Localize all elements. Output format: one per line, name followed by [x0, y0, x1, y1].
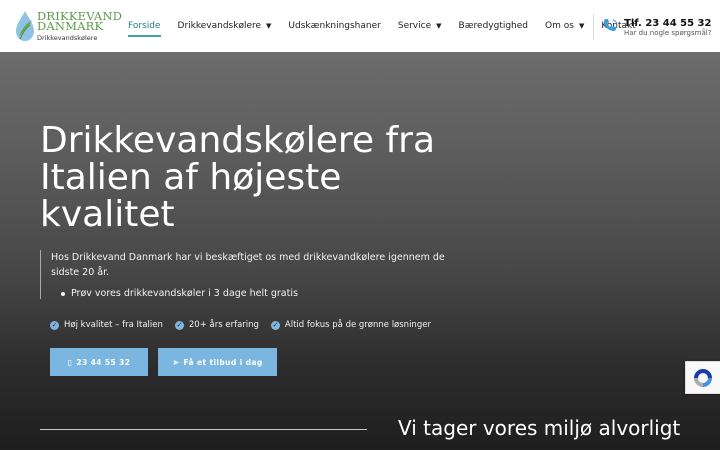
- logo-tagline: Drikkevandskølere: [37, 34, 98, 42]
- feature-label: Altid fokus på de grønne løsninger: [284, 320, 431, 330]
- main-nav: Forside Drikkevandskølere ▼ Udskænknings…: [128, 0, 653, 52]
- call-button-label: 23 44 55 32: [76, 357, 131, 367]
- check-circle-icon: ✓: [174, 320, 184, 330]
- section-divider: [40, 429, 367, 430]
- mobile-phone-icon: ▯: [67, 357, 73, 367]
- chevron-down-icon: ▼: [266, 22, 272, 30]
- nav-item-label: Udskænkningshaner: [288, 21, 381, 31]
- chevron-down-icon: ▼: [578, 22, 585, 30]
- water-drop-leaf-icon: [16, 11, 34, 41]
- chevron-down-icon: ▼: [436, 22, 442, 30]
- header-phone[interactable]: Tlf. 23 44 55 32 Har du nogle spørgsmål?: [593, 14, 711, 40]
- nav-item-udskaenkningshaner[interactable]: Udskænkningshaner: [288, 0, 380, 52]
- hero-features-wrap: ✓ Høj kvalitet – fra Italien ✓ 20+ års e…: [50, 320, 443, 376]
- feature-list: ✓ Høj kvalitet – fra Italien ✓ 20+ års e…: [50, 320, 443, 330]
- feature-label: 20+ års erfaring: [188, 320, 259, 330]
- check-circle-icon: ✓: [270, 320, 280, 330]
- nav-item-label: Om os: [545, 21, 574, 31]
- nav-item-label: Bæredygtighed: [458, 21, 529, 31]
- feature-item: ✓ Altid fokus på de grønne løsninger: [270, 320, 431, 330]
- nav-item-baeredygtighed[interactable]: Bæredygtighed: [459, 0, 529, 52]
- check-circle-icon: ✓: [50, 320, 59, 330]
- get-offer-button[interactable]: ➤ Få et tilbud i dag: [158, 348, 277, 376]
- nav-item-drikkevandskolere[interactable]: Drikkevandskølere ▼: [178, 0, 272, 52]
- call-button[interactable]: ▯ 23 44 55 32: [50, 348, 148, 376]
- paper-plane-icon: ➤: [172, 357, 180, 367]
- hero-section: Drikkevandskølere fra Italien af højeste…: [0, 52, 720, 450]
- list-item: Prøv vores drikkevandskøler i 3 dage hel…: [51, 288, 460, 299]
- feature-item: ✓ 20+ års erfaring: [174, 320, 259, 330]
- feature-label: Høj kvalitet – fra Italien: [64, 320, 163, 330]
- nav-item-service[interactable]: Service ▼: [398, 0, 442, 52]
- hero-description: Hos Drikkevand Danmark har vi beskæftige…: [51, 252, 445, 278]
- nav-item-label: Service: [397, 21, 432, 31]
- recaptcha-badge[interactable]: [685, 361, 720, 394]
- nav-item-label: Drikkevandskølere: [177, 21, 262, 31]
- phone-subtitle: Har du nogle spørgsmål?: [624, 28, 712, 37]
- recaptcha-icon: [694, 368, 712, 387]
- nav-item-forside[interactable]: Forside: [128, 0, 161, 52]
- phone-number: Tlf. 23 44 55 32: [624, 17, 712, 29]
- offer-button-label: Få et tilbud i dag: [183, 357, 263, 367]
- hero-title: Drikkevandskølere fra Italien af højeste…: [40, 120, 436, 235]
- phone-ringing-icon: [604, 17, 618, 37]
- logo-line-2: DANMARK: [37, 19, 104, 33]
- hero-content: Hos Drikkevand Danmark har vi beskæftige…: [40, 250, 460, 299]
- environment-heading: Vi tager vores miljø alvorligt: [398, 416, 681, 440]
- site-header: DRIKKEVAND DANMARK Drikkevandskølere For…: [0, 0, 720, 52]
- bullet-text: Prøv vores drikkevandskøler i 3 dage hel…: [71, 288, 298, 299]
- logo[interactable]: DRIKKEVAND DANMARK Drikkevandskølere: [14, 8, 122, 44]
- nav-item-om-os[interactable]: Om os ▼: [545, 0, 584, 52]
- hero-buttons: ▯ 23 44 55 32 ➤ Få et tilbud i dag: [50, 348, 443, 376]
- feature-item: ✓ Høj kvalitet – fra Italien: [50, 320, 163, 330]
- bullet-icon: [61, 291, 65, 296]
- nav-item-label: Forside: [128, 21, 161, 31]
